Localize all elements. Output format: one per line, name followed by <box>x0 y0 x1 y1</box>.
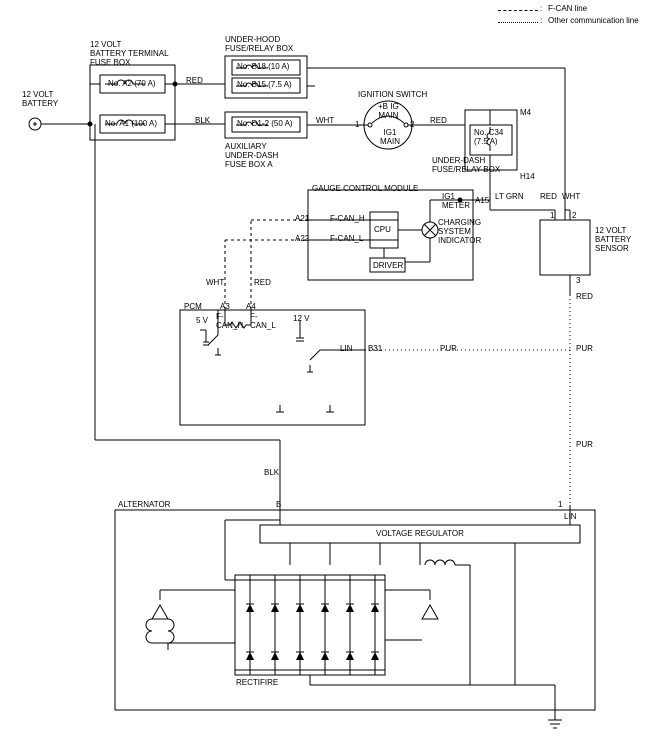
wire-wht-3: WHT <box>562 192 580 201</box>
sensor-pin-2: 2 <box>572 211 576 220</box>
battery-sensor-label: 12 VOLT BATTERY SENSOR <box>595 226 631 253</box>
pin-a3: A3 <box>220 302 230 311</box>
wire-red-2: RED <box>430 116 447 125</box>
rectifier-label: RECTIFIRE <box>236 678 278 687</box>
ignition-ig1: IG1 MAIN <box>380 128 400 146</box>
gauge-module-title: GAUGE CONTROL MODULE <box>312 184 418 193</box>
gauge-charging: CHARGING SYSTEM INDICATOR <box>438 218 481 245</box>
wire-ltgrn: LT GRN <box>495 192 524 201</box>
voltage-regulator: VOLTAGE REGULATOR <box>376 529 464 538</box>
fuse-a2: No. A2 (70 A) <box>108 79 156 88</box>
underdash-box-label: UNDER-DASH FUSE/RELAY BOX <box>432 156 500 174</box>
battery-label: 12 VOLT BATTERY <box>22 90 58 108</box>
pcm-title: PCM <box>184 302 202 311</box>
alternator-title: ALTERNATOR <box>118 500 170 509</box>
wire-red-4: RED <box>254 278 271 287</box>
pcm-lin: LIN <box>340 344 352 353</box>
wire-blk-2: BLK <box>264 468 279 477</box>
pin-m4: M4 <box>520 108 531 117</box>
pin-b31: B31 <box>368 344 382 353</box>
wiring-svg <box>0 0 658 756</box>
pcm-fcan-l: F- CAN_L <box>250 312 276 330</box>
gauge-fcan-l: F-CAN_L <box>330 234 363 243</box>
fuse-b15: No. B15 (7.5 A) <box>237 80 292 89</box>
pin-h14: H14 <box>520 172 535 181</box>
alternator-lin: LIN <box>564 512 576 521</box>
pin-a15: A15 <box>475 196 489 205</box>
wire-pur-2: PUR <box>576 344 593 353</box>
wire-red-3: RED <box>576 292 593 301</box>
ignition-pin-1: 1 <box>355 120 359 129</box>
pin-a4: A4 <box>246 302 256 311</box>
fuse-c34: No. C34 (7.5 A) <box>474 128 503 146</box>
fuse-d12: No. D1-2 (50 A) <box>237 119 293 128</box>
battery-terminal-box-label: 12 VOLT BATTERY TERMINAL FUSE BOX <box>90 40 169 67</box>
wire-blk-1: BLK <box>195 116 210 125</box>
fuse-a1: No. A1 (100 A) <box>105 119 157 128</box>
pin-a22: A22 <box>295 234 309 243</box>
ignition-switch-label: IGNITION SWITCH <box>358 90 427 99</box>
sensor-pin-1: 1 <box>550 211 554 220</box>
wire-red-1: RED <box>186 76 203 85</box>
wire-wht-2: WHT <box>206 278 224 287</box>
alternator-lin-pin: 1 <box>558 500 562 509</box>
wire-red-wht: RED <box>540 192 557 201</box>
pin-a21: A21 <box>295 214 309 223</box>
pcm-5v: 5 V <box>196 316 208 325</box>
pcm-12v: 12 V <box>293 314 309 323</box>
sensor-pin-3: 3 <box>576 276 580 285</box>
ignition-pin-2: 2 <box>410 120 414 129</box>
pcm-fcan-h: F- CAN_H <box>216 312 243 330</box>
wire-wht-1: WHT <box>316 116 334 125</box>
gauge-driver: DRIVER <box>373 261 403 270</box>
wire-pur-3: PUR <box>576 440 593 449</box>
alternator-b: B <box>276 500 281 509</box>
gauge-fcan-h: F-CAN_H <box>330 214 365 223</box>
fuse-b18: No. B18 (10 A) <box>237 62 289 71</box>
gauge-ig1-meter: IG1 METER <box>442 192 470 210</box>
aux-underdash-label: AUXILIARY UNDER-DASH FUSE BOX A <box>225 142 278 169</box>
ignition-plus-b: +B IG MAIN <box>378 102 399 120</box>
wire-pur-1: PUR <box>440 344 457 353</box>
gauge-cpu: CPU <box>374 225 391 234</box>
underhood-box-label: UNDER-HOOD FUSE/RELAY BOX <box>225 35 293 53</box>
